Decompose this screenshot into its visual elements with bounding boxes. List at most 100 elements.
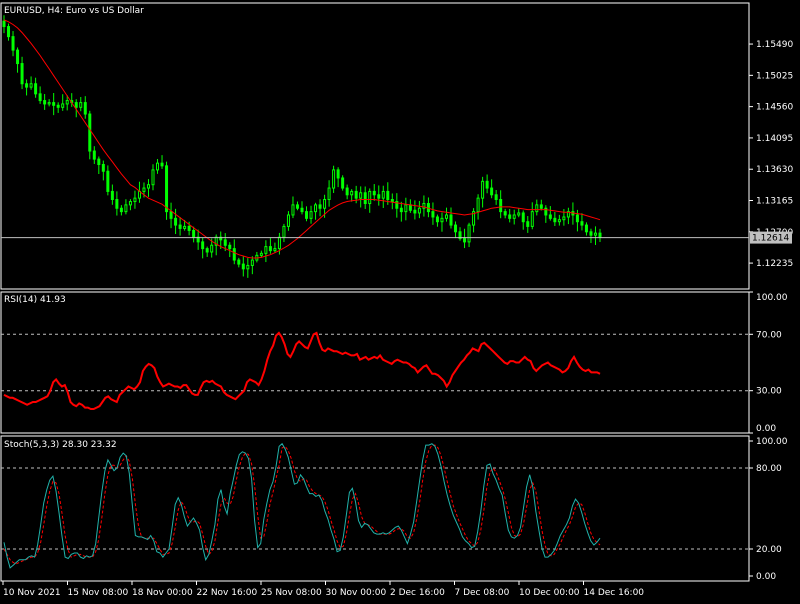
- candle-body: [11, 36, 15, 51]
- candle-body: [490, 187, 494, 196]
- candle-body: [431, 211, 435, 218]
- candle-body: [485, 180, 489, 189]
- candle-body: [38, 93, 42, 102]
- rsi-tick-label: 30.00: [756, 387, 782, 397]
- trading-chart[interactable]: 1.15490 1.15025 1.14560 1.14095 1.13630 1.131…: [0, 0, 800, 600]
- candle-body: [530, 211, 534, 227]
- candle-body: [52, 102, 56, 106]
- candle-body: [539, 204, 543, 209]
- candle-body: [192, 229, 196, 238]
- candle-body: [29, 83, 33, 88]
- candle-body: [476, 197, 480, 213]
- candle-body: [481, 180, 485, 199]
- stoch-pane-frame: [0, 435, 750, 582]
- candle-body: [146, 184, 150, 189]
- rsi-tick-label: 100.00: [756, 293, 788, 303]
- candle-body: [47, 102, 51, 105]
- candle-body: [187, 225, 191, 231]
- candle-body: [562, 216, 566, 221]
- candle-body: [435, 216, 439, 223]
- stoch-plot: 100.00 80.00 20.00 0.00: [1, 437, 788, 582]
- main-tick-label: 1.12235: [756, 259, 793, 269]
- candle-body: [56, 104, 60, 108]
- candle-body: [205, 248, 209, 253]
- candle-body: [169, 211, 173, 219]
- candle-body: [327, 187, 331, 200]
- candle-body: [201, 241, 205, 250]
- candle-body: [517, 212, 521, 216]
- candle-body: [237, 259, 241, 265]
- candle-body: [444, 214, 448, 219]
- candle-body: [332, 169, 336, 189]
- candle-body: [183, 225, 187, 229]
- candle-body: [178, 224, 182, 229]
- candle-body: [526, 221, 530, 227]
- candle-body: [381, 190, 385, 199]
- candle-body: [593, 232, 597, 236]
- candle-body: [110, 190, 114, 200]
- candle-body: [508, 214, 512, 219]
- candle-body: [575, 214, 579, 223]
- candle-body: [291, 204, 295, 216]
- main-candles: [2, 15, 602, 278]
- candle-body: [318, 204, 322, 209]
- candle-body: [341, 177, 345, 189]
- candle-body: [300, 207, 304, 213]
- candle-body: [309, 211, 313, 219]
- candle-body: [83, 102, 87, 115]
- candle-body: [354, 190, 358, 199]
- candle-body: [228, 244, 232, 250]
- candle-body: [286, 214, 290, 227]
- candle-body: [232, 248, 236, 261]
- candle-body: [467, 224, 471, 243]
- candle-body: [535, 204, 539, 213]
- candle-body: [142, 187, 146, 192]
- candle-body: [548, 214, 552, 219]
- stoch-label: Stoch(5,3,3) 28.30 23.32: [4, 440, 117, 450]
- candle-body: [223, 239, 227, 246]
- candle-body: [92, 150, 96, 160]
- candle-body: [151, 169, 155, 186]
- candle-body: [20, 63, 24, 85]
- candle-body: [174, 217, 178, 226]
- candle-body: [499, 198, 503, 213]
- candle-body: [580, 221, 584, 226]
- candle-body: [494, 194, 498, 200]
- rsi-pane-frame: [0, 291, 750, 434]
- rsi-tick-label: 0.00: [756, 424, 776, 434]
- main-moving-average: [3, 19, 601, 259]
- main-chart-title: EURUSD, H4: Euro vs US Dollar: [4, 6, 144, 16]
- candle-body: [359, 192, 363, 199]
- candle-body: [440, 217, 444, 223]
- candle-body: [323, 198, 327, 209]
- candle-body: [350, 190, 354, 196]
- candle-body: [404, 204, 408, 213]
- time-tick-label: 22 Nov 16:00: [197, 588, 258, 598]
- candle-body: [259, 252, 263, 256]
- candle-body: [598, 232, 602, 238]
- time-tick-label: 10 Nov 2021: [3, 588, 61, 598]
- candle-body: [449, 214, 453, 226]
- time-tick-label: 30 Nov 00:00: [326, 588, 387, 598]
- candle-body: [7, 26, 11, 38]
- candle-body: [124, 204, 128, 213]
- candle-body: [165, 165, 169, 213]
- candle-body: [282, 225, 286, 238]
- candle-body: [106, 170, 110, 192]
- candle-body: [241, 263, 245, 270]
- candle-body: [589, 231, 593, 236]
- candle-body: [250, 259, 254, 266]
- candle-body: [133, 197, 137, 203]
- candle-body: [454, 224, 458, 233]
- candle-body: [119, 207, 123, 213]
- candle-body: [372, 190, 376, 196]
- time-tick-label: 14 Dec 16:00: [584, 588, 645, 598]
- main-tick-label: 1.13165: [756, 197, 793, 207]
- candle-body: [74, 102, 78, 108]
- stoch-signal-line: [3, 444, 601, 565]
- candle-body: [25, 83, 29, 88]
- candle-body: [115, 198, 119, 209]
- stoch-tick-label: 80.00: [756, 464, 782, 474]
- candle-body: [363, 192, 367, 205]
- candle-body: [277, 236, 281, 250]
